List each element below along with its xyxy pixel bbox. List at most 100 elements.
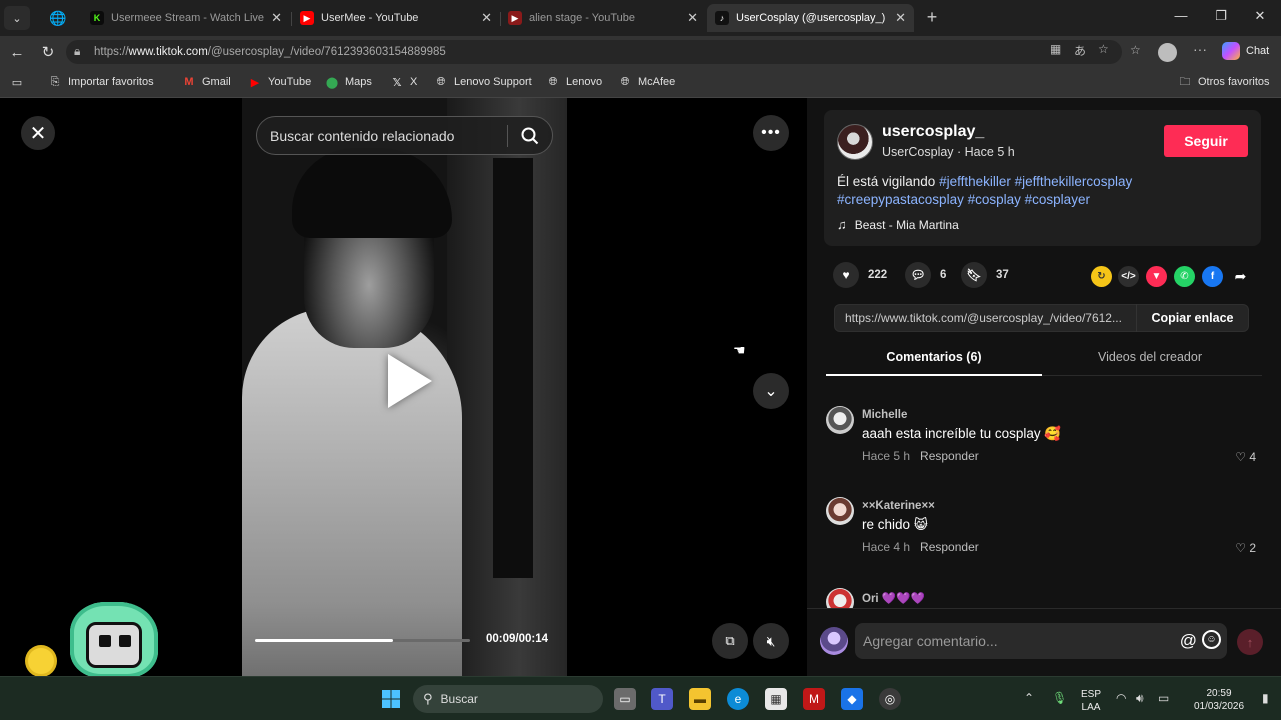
clock[interactable]: 20:59 01/03/2026 [1186,687,1252,713]
volume-icon[interactable]: 🔊︎ [1136,691,1144,706]
workspaces-globe-icon[interactable]: 🌐 [48,8,68,28]
mute-button[interactable]: 🔇︎ [753,623,789,659]
more-options-icon[interactable]: ··· [1193,41,1207,57]
lock-icon[interactable]: 🔒︎ [74,44,80,59]
bookmark-mcafee[interactable]: 🌐︎ McAfee [618,75,676,89]
hashtag-link[interactable]: #cosplayer [1025,192,1090,207]
video-progress-bar[interactable] [255,639,470,642]
bookmark-youtube[interactable]: ▶ YouTube [248,75,311,89]
bookmark-import-favorites[interactable]: ⎘ Importar favoritos [48,75,154,89]
tab-alien-stage-youtube[interactable]: ▶ alien stage - YouTube ✕ [500,4,706,32]
close-window-button[interactable]: ✕ [1250,8,1270,24]
follow-button[interactable]: Seguir [1164,125,1248,157]
microsoft-store-icon[interactable]: ▦ [765,688,787,710]
obs-studio-icon[interactable]: ◎ [879,688,901,710]
comment-input[interactable]: Agregar comentario... @ ☺ [855,623,1227,659]
more-options-button[interactable]: ••• [753,115,789,151]
search-button[interactable] [508,116,552,155]
teams-icon[interactable]: T [651,688,673,710]
comment-button[interactable]: 💬︎ 6 [905,262,946,288]
favorite-star-icon[interactable]: ☆ [1098,42,1109,56]
comment-author[interactable]: ××Katerine×× [862,500,935,512]
back-button[interactable]: ← [7,42,27,62]
show-hidden-icons-chevron-icon[interactable]: ⌃ [1024,691,1034,705]
reply-button[interactable]: Responder [920,540,979,554]
battery-icon[interactable]: ▭ [1158,691,1169,705]
translate-icon[interactable]: あ [1074,42,1086,59]
bookmark-gmail[interactable]: M Gmail [182,75,230,89]
comment-avatar[interactable] [826,588,854,608]
related-content-search[interactable]: Buscar contenido relacionado [256,116,553,155]
close-tab-icon[interactable]: ✕ [271,10,282,26]
share-arrow-icon[interactable]: ➦ [1230,266,1251,287]
start-button[interactable] [380,688,402,710]
comment-author[interactable]: Michelle [862,409,907,421]
comment-avatar[interactable] [826,406,854,434]
favorites-icon[interactable]: ☆ [1130,43,1141,57]
app-available-icon[interactable]: ▦ [1050,42,1061,56]
close-tab-icon[interactable]: ✕ [895,10,906,26]
notifications-icon[interactable]: ▮ [1262,691,1269,705]
mention-icon[interactable]: @ [1180,631,1197,651]
wifi-icon[interactable]: ◠ [1116,691,1126,705]
tab-tiktok-usercosplay[interactable]: ♪ UserCosplay (@usercosplay_) | Tik ✕ [707,4,914,32]
reply-button[interactable]: Responder [920,449,979,463]
address-bar[interactable]: 🔒︎ https://www.tiktok.com/@usercosplay_/… [66,40,1122,64]
input-language[interactable]: ESP LAA [1076,688,1106,714]
refresh-button[interactable]: ↻ [38,42,58,62]
tab-actions-menu-button[interactable]: ⌄ [4,6,30,30]
comment-like-button[interactable]: ♡ 4 [1235,450,1256,464]
close-tab-icon[interactable]: ✕ [687,10,698,26]
dropbox-icon[interactable]: ◆ [841,688,863,710]
hashtag-link[interactable]: #jeffthekiller [939,174,1011,189]
tab-creator-videos[interactable]: Videos del creador [1042,350,1258,364]
tab-usermee-youtube[interactable]: ▶ UserMee - YouTube ✕ [292,4,500,32]
facebook-icon[interactable]: f [1202,266,1223,287]
close-video-button[interactable]: ✕ [21,116,55,150]
bookmark-other-favorites[interactable]: 🗀 Otros favoritos [1178,75,1270,89]
send-to-friends-icon[interactable]: ▼ [1146,266,1167,287]
minimize-button[interactable]: — [1171,8,1191,23]
music-link[interactable]: ♫ Beast - Mia Martina [837,217,959,232]
play-icon[interactable] [388,354,432,408]
bookmark-lenovo-support[interactable]: 🌐︎ Lenovo Support [434,75,532,89]
video-player[interactable]: 00:09/00:14 [242,98,567,676]
task-view-icon[interactable]: ▭ [614,688,636,710]
save-button[interactable]: 🔖︎ 37 [961,262,1009,288]
tab-usermeee-stream[interactable]: K Usermeee Stream - Watch Live on ✕ [82,4,290,32]
tab-comments[interactable]: Comentarios (6) [826,350,1042,364]
bookmark-maps[interactable]: ⬤ Maps [325,75,372,89]
file-explorer-icon[interactable]: ▬ [689,688,711,710]
profile-avatar[interactable] [1158,43,1177,62]
creator-avatar[interactable] [837,124,873,160]
comment-avatar[interactable] [826,497,854,525]
hashtag-link[interactable]: #jeffthekillercosplay [1015,174,1133,189]
like-button[interactable]: ♥ 222 [833,262,887,288]
tiktok-page: ✕ 00:09/00:14 Buscar contenido relaciona… [0,98,1281,676]
mcafee-icon[interactable]: M [803,688,825,710]
emoji-icon[interactable]: ☺ [1202,630,1221,649]
hashtag-link[interactable]: #cosplay [968,192,1021,207]
copy-link-button[interactable]: Copiar enlace [1136,304,1248,332]
search-input[interactable]: Buscar contenido relacionado [257,128,507,144]
close-tab-icon[interactable]: ✕ [481,10,492,26]
microphone-icon[interactable]: 🎙︎ [1052,691,1067,705]
creator-username[interactable]: usercosplay_ [882,123,984,141]
repost-icon[interactable]: ↻ [1091,266,1112,287]
floating-player-button[interactable]: ⧉ [712,623,748,659]
copilot-chat-button[interactable]: Chat [1222,42,1269,60]
edge-browser-icon[interactable]: e [727,688,749,710]
maximize-button[interactable]: ❐ [1211,8,1231,24]
send-comment-button[interactable]: ↑ [1237,629,1263,655]
next-video-button[interactable]: ⌄ [753,373,789,409]
bookmark-lenovo[interactable]: 🌐︎ Lenovo [546,75,603,89]
comment-like-button[interactable]: ♡ 2 [1235,541,1256,555]
taskbar-search[interactable]: ⚲ Buscar [413,685,603,713]
comment-author[interactable]: Ori 💜💜💜 [862,591,925,605]
hashtag-link[interactable]: #creepypastacosplay [837,192,964,207]
embed-code-icon[interactable]: </> [1118,266,1139,287]
whatsapp-icon[interactable]: ✆ [1174,266,1195,287]
bookmark-x[interactable]: 𝕏X [390,75,418,89]
new-tab-button[interactable]: + [922,6,942,28]
bookmarks-bar-toggle-icon[interactable]: ▭ [10,75,30,89]
